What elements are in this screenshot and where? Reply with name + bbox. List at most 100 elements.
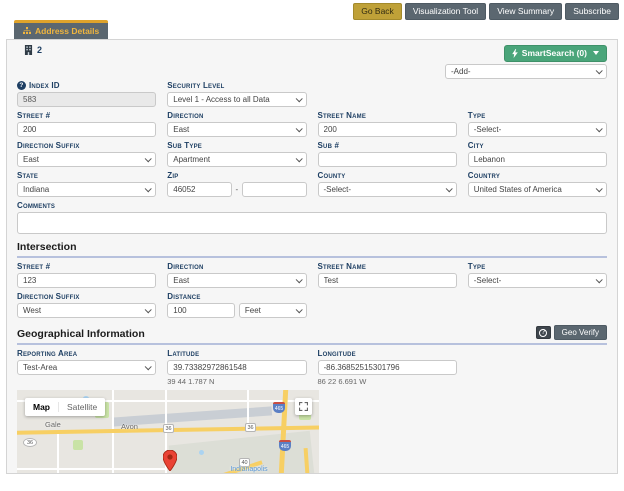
int-street-no-label: Street # (17, 262, 156, 271)
chevron-down-icon (596, 67, 603, 74)
comments-textarea[interactable] (17, 212, 607, 234)
chevron-down-icon (596, 125, 603, 132)
intersection-section-title: Intersection (17, 241, 77, 253)
distance-label: Distance (167, 292, 306, 301)
reporting-area-label: Reporting Area (17, 349, 156, 358)
top-button-bar: Go Back Visualization Tool View Summary … (0, 0, 624, 20)
county-label: County (318, 171, 457, 180)
fullscreen-icon (299, 402, 308, 411)
chevron-down-icon (145, 306, 152, 313)
chevron-down-icon (445, 185, 452, 192)
sitemap-icon (23, 27, 31, 35)
chevron-down-icon (295, 125, 302, 132)
longitude-input[interactable] (318, 360, 457, 375)
subscribe-button[interactable]: Subscribe (565, 3, 619, 20)
type-label: Type (468, 111, 607, 120)
chevron-down-icon (295, 276, 302, 283)
sub-type-label: Sub Type (167, 141, 306, 150)
geo-section-title: Geographical Information (17, 328, 145, 340)
airport-label: Indianapolis International Airport (220, 466, 278, 474)
city-input[interactable] (468, 152, 607, 167)
sub-type-select[interactable]: Apartment (167, 152, 306, 167)
distance-unit-select[interactable]: Feet (239, 303, 307, 318)
building-icon (24, 45, 33, 55)
latitude-input[interactable] (167, 360, 306, 375)
reporting-area-select[interactable]: Test-Area (17, 360, 156, 375)
route-shield: 36 (163, 424, 174, 433)
direction-label: Direction (167, 111, 306, 120)
int-type-label: Type (468, 262, 607, 271)
tab-address-details[interactable]: Address Details (14, 20, 108, 39)
chevron-down-icon (145, 363, 152, 370)
visualization-tool-button[interactable]: Visualization Tool (405, 3, 486, 20)
longitude-dms: 86 22 6.691 W (318, 377, 457, 386)
interstate-shield: 465 (279, 440, 291, 451)
fullscreen-button[interactable] (295, 398, 312, 415)
int-street-no-input[interactable] (17, 273, 156, 288)
view-summary-button[interactable]: View Summary (489, 3, 562, 20)
address-form: ? Index ID Security Level Level 1 - Acce… (17, 81, 607, 197)
type-select[interactable]: -Select- (468, 122, 607, 137)
place-label: Avon (121, 422, 138, 431)
latitude-label: Latitude (167, 349, 306, 358)
city-label: City (468, 141, 607, 150)
zip-separator: - (236, 185, 239, 194)
chevron-down-icon (596, 276, 603, 283)
direction-suffix-select[interactable]: East (17, 152, 156, 167)
int-type-select[interactable]: -Select- (468, 273, 607, 288)
chevron-down-icon (596, 185, 603, 192)
int-street-name-label: Street Name (318, 262, 457, 271)
street-name-input[interactable] (318, 122, 457, 137)
county-select[interactable]: -Select- (318, 182, 457, 197)
zip-input[interactable] (167, 182, 231, 197)
direction-select[interactable]: East (167, 122, 306, 137)
google-map[interactable]: 36 36 36 40 267 465 465 465 70 70 Gale A… (17, 390, 319, 474)
sub-no-input[interactable] (318, 152, 457, 167)
smartsearch-button[interactable]: SmartSearch (0) (504, 45, 607, 62)
satellite-button[interactable]: Satellite (58, 402, 105, 412)
help-icon[interactable]: ? (17, 81, 26, 90)
chevron-down-icon (295, 306, 302, 313)
tab-bar: Address Details (0, 20, 624, 39)
int-direction-suffix-select[interactable]: West (17, 303, 156, 318)
longitude-label: Longitude (318, 349, 457, 358)
zip-label: Zip (167, 171, 306, 180)
country-label: Country (468, 171, 607, 180)
record-number[interactable]: 2 (37, 45, 42, 55)
route-shield: 36 (23, 438, 37, 447)
geo-verify-button[interactable]: Geo Verify (554, 325, 607, 340)
tab-label: Address Details (35, 26, 99, 36)
street-name-label: Street Name (318, 111, 457, 120)
index-id-label: ? Index ID (17, 81, 156, 90)
chevron-down-icon (593, 51, 599, 55)
address-details-panel: 2 SmartSearch (0) -Add- ? Index ID Secur… (6, 39, 618, 474)
zip-plus4-input[interactable] (242, 182, 306, 197)
street-no-input[interactable] (17, 122, 156, 137)
distance-input[interactable] (167, 303, 235, 318)
road (17, 468, 167, 470)
int-street-name-input[interactable] (318, 273, 457, 288)
location-marker-icon[interactable] (163, 450, 177, 471)
help-icon: ? (539, 329, 547, 337)
index-id-input (17, 92, 156, 107)
map-type-control[interactable]: Map Satellite (25, 398, 105, 416)
country-select[interactable]: United States of America (468, 182, 607, 197)
map-button[interactable]: Map (25, 402, 58, 412)
interstate-shield: 465 (273, 402, 285, 413)
int-direction-select[interactable]: East (167, 273, 306, 288)
geo-help-button[interactable]: ? (536, 326, 551, 339)
add-select[interactable]: -Add- (445, 64, 607, 79)
intersection-form: Street # Direction East Street Name Type… (17, 262, 607, 318)
go-back-button[interactable]: Go Back (353, 3, 402, 20)
security-level-select[interactable]: Level 1 - Access to all Data (167, 92, 306, 107)
latitude-dms: 39 44 1.787 N (167, 377, 306, 386)
route-shield: 36 (245, 423, 256, 432)
sub-no-label: Sub # (318, 141, 457, 150)
direction-suffix-label: Direction Suffix (17, 141, 156, 150)
chevron-down-icon (145, 155, 152, 162)
state-select[interactable]: Indiana (17, 182, 156, 197)
place-label: Gale (45, 420, 61, 429)
int-direction-label: Direction (167, 262, 306, 271)
chevron-down-icon (295, 95, 302, 102)
state-label: State (17, 171, 156, 180)
